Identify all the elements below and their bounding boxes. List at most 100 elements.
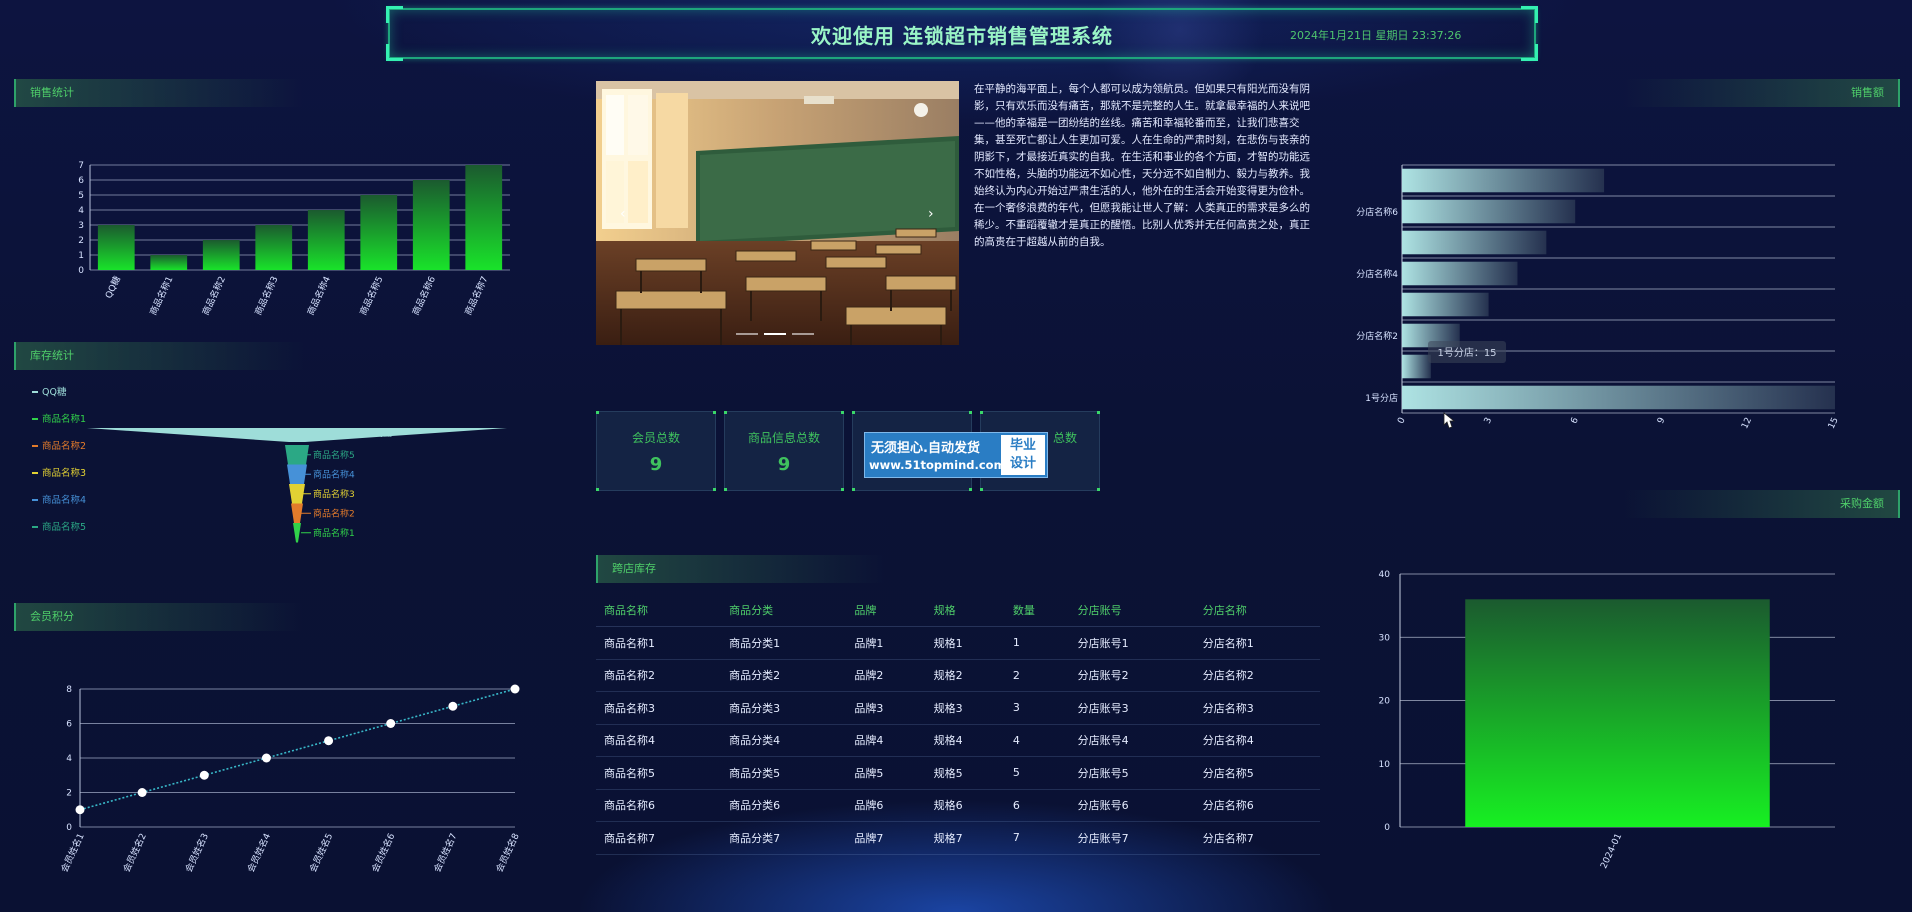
x-tick-label: 会员姓名3 xyxy=(182,831,211,874)
watermark-badge: 无须担心.自动发货 www.51topmind.com 毕业 设计 xyxy=(864,432,1048,478)
x-tick-label: 0 xyxy=(1396,416,1408,426)
data-point xyxy=(261,753,271,763)
bar xyxy=(465,165,503,270)
table-cell: 分店名称3 xyxy=(1194,691,1320,725)
table-cell: 6 xyxy=(1004,789,1070,822)
bar xyxy=(1402,261,1518,286)
legend-label: 商品名称4 xyxy=(42,494,86,506)
table-row: 商品名称5 商品分类5 品牌5 规格5 5 分店账号5 分店名称5 xyxy=(596,756,1320,790)
table-cell: 商品分类1 xyxy=(721,626,847,660)
bar xyxy=(255,225,293,270)
data-point xyxy=(137,788,147,797)
x-tick-label: 15 xyxy=(1827,416,1840,431)
panel-title-inventory-stats: 库存统计 xyxy=(14,342,304,370)
table-header-cell: 分店名称 xyxy=(1194,594,1320,627)
funnel-label: QQ糖 xyxy=(369,427,392,439)
panel-title-member-points: 会员积分 xyxy=(14,603,304,631)
stat-card-value: 9 xyxy=(649,454,663,475)
table-cell: 品牌6 xyxy=(846,789,926,822)
table-cell: 规格6 xyxy=(925,789,1005,822)
x-tick-label: 商品名称7 xyxy=(462,274,491,317)
bar xyxy=(97,225,135,270)
header-datetime: 2024年1月21日 星期日 23:37:26 xyxy=(1290,29,1462,42)
bar xyxy=(202,240,240,270)
table-cell: 规格4 xyxy=(925,724,1005,757)
y-tick-label: 1 xyxy=(78,251,84,261)
funnel-label: 商品名称5 xyxy=(313,449,355,461)
table-row: 商品名称2 商品分类2 品牌2 规格2 2 分店账号2 分店名称2 xyxy=(596,659,1320,692)
y-tick-label: 8 xyxy=(66,685,72,695)
table-cell: 分店名称5 xyxy=(1194,756,1320,790)
stat-card-value: 9 xyxy=(777,454,791,475)
x-tick-label: 商品名称4 xyxy=(304,274,333,317)
y-tick-label: 30 xyxy=(1379,633,1391,643)
table-cell: 品牌3 xyxy=(846,691,926,725)
legend-label: 商品名称2 xyxy=(42,440,86,452)
table-row: 商品名称1 商品分类1 品牌1 规格1 1 分店账号1 分店名称1 xyxy=(596,626,1320,660)
panel-title-cross-store-inventory: 跨店库存 xyxy=(596,555,886,583)
table-cell: 分店账号1 xyxy=(1069,626,1195,660)
watermark-line1: 无须担心.自动发货 xyxy=(871,441,980,456)
table-cell: 商品分类5 xyxy=(721,756,847,790)
watermark-line2: www.51topmind.com xyxy=(869,458,1006,472)
funnel-segment xyxy=(293,523,301,543)
table-cell: 分店名称2 xyxy=(1194,659,1320,692)
y-tick-label: 分店名称6 xyxy=(1356,206,1398,218)
data-point xyxy=(510,684,520,694)
member-points-line-chart: 0 2 4 6 8 会员姓名1 会员姓名2 会员姓名3 会员姓名4 会员姓名5 会员姓名6 会员姓名7… xyxy=(58,684,522,874)
carousel-prev-icon: ‹ xyxy=(620,206,626,222)
stat-card-label: 商品信息总数 xyxy=(747,431,820,445)
legend-label: QQ糖 xyxy=(42,386,67,398)
watermark-box: 毕业 设计 xyxy=(1001,435,1045,475)
table-cell: 商品分类2 xyxy=(721,659,847,692)
x-tick-label: 12 xyxy=(1740,416,1754,431)
bar xyxy=(1402,354,1431,379)
y-tick-label: 分店名称4 xyxy=(1356,268,1398,280)
table-cell: 品牌4 xyxy=(846,724,926,757)
x-tick-label: 商品名称6 xyxy=(409,274,438,317)
table-cell: 分店账号4 xyxy=(1069,724,1195,757)
data-point xyxy=(448,701,458,711)
panel-title-sales-amount: 销售额 xyxy=(1622,79,1900,107)
table-cell: 分店账号2 xyxy=(1069,659,1195,692)
y-tick-label: 2 xyxy=(66,789,72,799)
bar xyxy=(1402,168,1605,193)
table-row: 商品名称7 商品分类7 品牌7 规格7 7 分店账号7 分店名称7 xyxy=(596,821,1320,855)
image-carousel[interactable]: ‹ › xyxy=(596,81,959,345)
table-cell: 商品名称1 xyxy=(596,626,722,660)
table-row: 商品名称3 商品分类3 品牌3 规格3 3 分店账号3 分店名称3 xyxy=(596,691,1320,725)
table-row: 商品名称4 商品分类4 品牌4 规格4 4 分店账号4 分店名称4 xyxy=(596,724,1320,757)
table-cell: 分店账号6 xyxy=(1069,789,1195,822)
data-point xyxy=(386,719,396,728)
table-cell: 7 xyxy=(1004,821,1070,855)
x-tick-label: 2024-01 xyxy=(1599,832,1624,870)
inventory-funnel-chart: QQ糖商品名称1商品名称2商品名称3商品名称4商品名称5QQ糖商品名称5商品名称… xyxy=(32,386,507,543)
y-tick-label: 40 xyxy=(1379,570,1391,580)
table-cell: 商品分类4 xyxy=(721,724,847,757)
table-header-cell: 商品分类 xyxy=(721,594,847,627)
table-header-cell: 品牌 xyxy=(846,594,926,627)
x-tick-label: 会员姓名6 xyxy=(369,831,398,874)
store-sales-bar-chart: 1号分店 分店名称2 分店名称4 分店名称6 0 3 6 9 12 15 1号分店：15 xyxy=(1356,164,1840,431)
legend-label: 商品名称1 xyxy=(42,413,86,425)
sales-bar-chart: 0 1 2 3 4 5 6 7 QQ糖 商品名称1 商品名称2 商品名称3 商品名称4 商品名称5 商品名称… xyxy=(78,161,510,317)
bar xyxy=(360,195,398,270)
table-cell: 商品名称3 xyxy=(596,691,722,725)
table-cell: 品牌1 xyxy=(846,626,926,660)
bar xyxy=(1402,199,1576,224)
bar xyxy=(1402,230,1547,255)
table-cell: 商品分类7 xyxy=(721,821,847,855)
x-tick-label: QQ糖 xyxy=(102,274,123,300)
cross-store-inventory-table: 商品名称 商品分类 品牌 规格 数量 分店账号 分店名称 商品名称1 商品分类1 品… xyxy=(596,594,1320,855)
x-tick-label: 会员姓名5 xyxy=(307,831,336,874)
x-tick-label: 会员姓名1 xyxy=(58,831,87,874)
bar xyxy=(1402,292,1489,317)
y-tick-label: 6 xyxy=(78,176,84,186)
table-cell: 品牌2 xyxy=(846,659,926,692)
data-point xyxy=(199,770,209,780)
carousel-next-icon: › xyxy=(928,206,934,222)
table-cell: 规格1 xyxy=(925,626,1005,660)
bar xyxy=(412,180,450,270)
legend-label: 商品名称5 xyxy=(42,521,86,533)
table-header-row: 商品名称 商品分类 品牌 规格 数量 分店账号 分店名称 xyxy=(596,594,1320,627)
